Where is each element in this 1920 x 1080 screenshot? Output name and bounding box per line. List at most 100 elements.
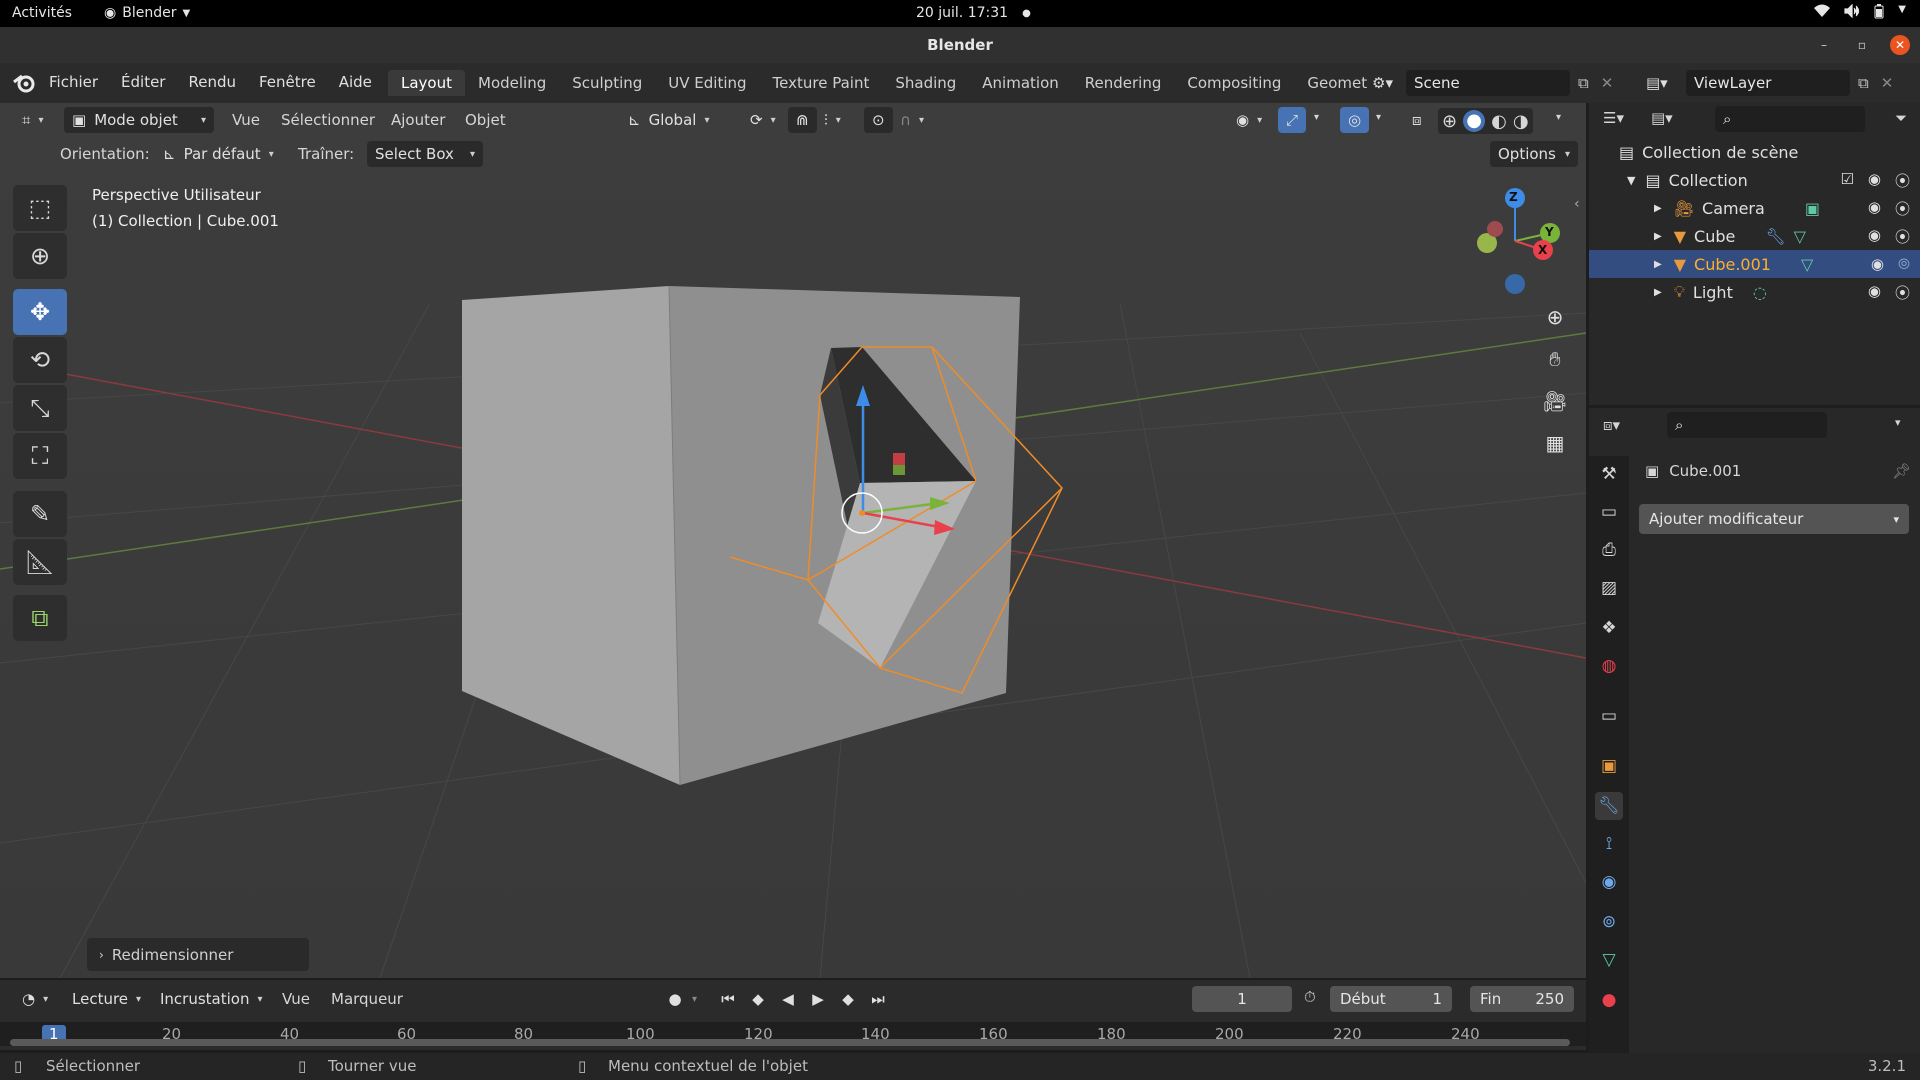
outliner-search-input[interactable]: ⌕ — [1715, 106, 1865, 132]
camera-view-button[interactable]: 🎥︎ — [1538, 384, 1572, 418]
snap-toggle[interactable]: ⋒ — [788, 107, 817, 133]
jump-end-button[interactable]: ⏭︎ — [865, 986, 891, 1012]
gizmo-toggle[interactable]: ⤢ — [1278, 107, 1307, 133]
tab-data[interactable]: ▽ — [1595, 946, 1623, 974]
material-shading-icon[interactable]: ◐ — [1491, 111, 1507, 132]
falloff-select[interactable]: ∩ ▾ — [892, 107, 932, 133]
tab-collection[interactable]: ▭ — [1595, 702, 1623, 730]
auto-keying-button[interactable]: ● — [662, 986, 688, 1012]
filter-icon[interactable]: ⏷ — [1895, 109, 1907, 127]
delete-scene-icon[interactable]: ✕ — [1601, 74, 1614, 92]
tool-annotate[interactable]: ✎ — [13, 491, 67, 537]
tab-material[interactable]: ● — [1595, 986, 1623, 1014]
menu-object[interactable]: Objet — [465, 111, 506, 129]
wireframe-shading-icon[interactable]: ⊕ — [1442, 111, 1457, 132]
marker-menu[interactable]: Marqueur — [331, 990, 403, 1008]
properties-editor-type-icon[interactable]: ⧈▾ — [1603, 416, 1620, 434]
sidebar-toggle-chevron-icon[interactable]: ‹ — [1574, 196, 1580, 212]
properties-options-chevron-icon[interactable]: ▾ — [1895, 416, 1901, 429]
tab-rendering[interactable]: Rendering — [1072, 70, 1175, 96]
collapse-arrow-icon[interactable]: ▼ — [1627, 174, 1635, 187]
next-keyframe-button[interactable]: ◆ — [835, 986, 861, 1012]
overlay-options-chevron-icon[interactable]: ▾ — [1376, 112, 1381, 123]
blender-logo-icon[interactable] — [12, 72, 36, 94]
tab-constraints[interactable]: ⊚ — [1595, 908, 1623, 936]
tool-rotate[interactable]: ⟲ — [13, 337, 67, 383]
menu-view[interactable]: Vue — [232, 111, 260, 129]
new-scene-icon[interactable]: ⧉ — [1578, 74, 1589, 92]
exclude-checkbox[interactable]: ☑ — [1840, 170, 1853, 191]
render-camera-icon[interactable]: ⦿ — [1895, 282, 1910, 303]
3d-viewport[interactable]: Z Y X — [0, 103, 1586, 978]
render-camera-disabled-icon[interactable]: ⦾ — [1898, 255, 1910, 273]
expand-arrow-icon[interactable]: ▶ — [1654, 203, 1662, 214]
jump-start-button[interactable]: ⏮︎ — [715, 986, 741, 1012]
tab-layout[interactable]: Layout — [388, 70, 465, 96]
menu-help[interactable]: Aide — [339, 73, 372, 91]
maximize-button[interactable]: ▫ — [1852, 35, 1872, 55]
tab-sculpting[interactable]: Sculpting — [559, 70, 655, 96]
outliner-item-camera[interactable]: ▶ 🎥︎ Camera ▣ ◉ ⦿ — [1589, 194, 1920, 222]
new-view-layer-icon[interactable]: ⧉ — [1858, 74, 1869, 92]
menu-add[interactable]: Ajouter — [391, 111, 445, 129]
view-layer-icon[interactable]: ▤▾ — [1646, 74, 1686, 92]
clock[interactable]: 20 juil. 17:31 ● — [916, 5, 1031, 21]
render-camera-icon[interactable]: ⦿ — [1895, 198, 1910, 219]
tab-modifiers[interactable]: 🔧︎ — [1595, 792, 1623, 820]
close-button[interactable]: ✕ — [1890, 35, 1910, 55]
render-camera-icon[interactable]: ⦿ — [1895, 226, 1910, 247]
menu-edit[interactable]: Éditer — [121, 73, 165, 91]
display-mode-icon[interactable]: ▤▾ — [1651, 109, 1673, 127]
rendered-shading-icon[interactable]: ◑ — [1513, 111, 1529, 132]
perspective-toggle-button[interactable]: ▦ — [1538, 426, 1572, 460]
frame-ruler[interactable]: 1 20 40 60 80 100 120 140 160 180 200 22… — [0, 1022, 1586, 1046]
options-button[interactable]: Options ▾ — [1490, 141, 1578, 167]
tool-add-cube[interactable]: ⧉ — [13, 595, 67, 641]
tab-world[interactable]: ◍ — [1595, 652, 1623, 680]
playback-menu[interactable]: Lecture ▾ — [64, 986, 149, 1012]
orientation-select[interactable]: ⊾ Par défaut ▾ — [155, 141, 282, 167]
pivot-point-select[interactable]: ⟳ ▾ — [742, 107, 784, 133]
pan-view-button[interactable]: ✋︎ — [1538, 342, 1572, 376]
end-frame-field[interactable]: Fin 250 — [1470, 986, 1574, 1012]
snap-target-select[interactable]: ⫶ ▾ — [816, 107, 849, 133]
tab-animation[interactable]: Animation — [969, 70, 1071, 96]
proportional-edit-toggle[interactable]: ⊙ — [864, 107, 893, 133]
current-frame-field[interactable]: 1 — [1192, 986, 1292, 1012]
stopwatch-icon[interactable]: ⏱︎ — [1304, 988, 1316, 1006]
properties-search-input[interactable]: ⌕ — [1667, 412, 1827, 438]
expand-arrow-icon[interactable]: ▶ — [1654, 231, 1662, 242]
tool-transform[interactable]: ⛶ — [13, 433, 67, 479]
scene-collection-row[interactable]: ▤ Collection de scène — [1589, 138, 1920, 166]
visibility-eye-icon[interactable]: ◉ — [1868, 198, 1881, 219]
system-tray[interactable]: ▼ — [1814, 3, 1906, 23]
tool-measure[interactable]: 📐︎ — [13, 539, 67, 585]
pin-icon[interactable]: 📌︎ — [1892, 462, 1911, 480]
render-camera-icon[interactable]: ⦿ — [1895, 170, 1910, 191]
expand-arrow-icon[interactable]: ▶ — [1654, 287, 1662, 298]
app-menu[interactable]: ◉ Blender ▼ — [104, 5, 190, 21]
menu-select[interactable]: Sélectionner — [281, 111, 375, 129]
tab-shading[interactable]: Shading — [882, 70, 969, 96]
collection-row[interactable]: ▼ ▤ Collection ☑ ◉ ⦿ — [1589, 166, 1920, 194]
last-operation-panel[interactable]: › Redimensionner — [87, 938, 309, 971]
tab-compositing[interactable]: Compositing — [1174, 70, 1294, 96]
scene-selector-icon[interactable]: ⚙▾ — [1372, 74, 1406, 92]
activities-button[interactable]: Activités — [12, 5, 72, 21]
tab-particles[interactable]: ⟟ — [1595, 830, 1623, 858]
menu-render[interactable]: Rendu — [188, 73, 236, 91]
timeline-scrollbar[interactable] — [10, 1039, 1570, 1046]
outliner-item-cube[interactable]: ▶ ▼ Cube 🔧︎ ▽ ◉ ⦿ — [1589, 222, 1920, 250]
tab-output[interactable]: ⎙ — [1595, 536, 1623, 564]
scene-name-field[interactable]: Scene — [1406, 70, 1570, 96]
play-button[interactable]: ▶ — [805, 986, 831, 1012]
menu-window[interactable]: Fenêtre — [259, 73, 316, 91]
outliner-editor-type-icon[interactable]: ☰▾ — [1603, 109, 1624, 127]
delete-view-layer-icon[interactable]: ✕ — [1881, 74, 1894, 92]
tool-move[interactable]: ✥ — [13, 289, 67, 335]
zoom-view-button[interactable]: ⊕ — [1538, 300, 1572, 334]
tab-tool[interactable]: ⚒ — [1595, 460, 1623, 488]
play-reverse-button[interactable]: ◀ — [775, 986, 801, 1012]
tab-view-layer[interactable]: ▨ — [1595, 574, 1623, 602]
keying-menu[interactable]: Incrustation ▾ — [152, 986, 271, 1012]
